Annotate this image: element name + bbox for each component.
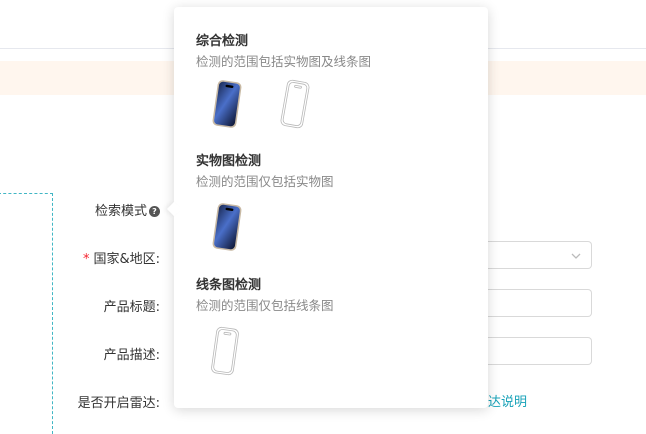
option-line-desc: 检测的范围仅包括线条图: [196, 298, 334, 313]
search-mode-label-text: 检索模式: [94, 204, 147, 219]
upload-dashed-area[interactable]: [0, 193, 53, 434]
phone-line-drawing-icon: [211, 326, 239, 376]
question-icon[interactable]: ?: [149, 206, 160, 217]
product-title-input[interactable]: [470, 289, 592, 317]
phone-photo-icon: [212, 80, 242, 128]
option-photo-desc: 检测的范围仅包括实物图: [196, 174, 334, 189]
option-comprehensive-desc: 检测的范围包括实物图及线条图: [196, 54, 372, 69]
radar-label: 是否开启雷达:: [77, 396, 160, 411]
search-mode-popover: 综合检测 检测的范围包括实物图及线条图 实物图检测 检测的范围仅包括实物图 线条…: [166, 7, 488, 408]
country-label-text: 国家&地区:: [93, 252, 160, 267]
phone-photo-icon: [212, 203, 242, 251]
product-desc-input[interactable]: [470, 337, 592, 365]
search-mode-label: 检索模式?: [50, 200, 160, 219]
option-line-title[interactable]: 线条图检测: [196, 274, 261, 293]
product-desc-label: 产品描述:: [103, 348, 160, 363]
chevron-down-icon: [571, 253, 581, 259]
option-comprehensive-title[interactable]: 综合检测: [196, 30, 248, 49]
phone-line-drawing-icon: [280, 79, 310, 129]
radar-help-link[interactable]: 达说明: [488, 391, 527, 410]
popover-arrow: [166, 201, 182, 217]
required-mark: *: [82, 252, 90, 267]
option-photo-title[interactable]: 实物图检测: [196, 150, 261, 169]
country-label: * 国家&地区:: [50, 248, 160, 267]
country-select[interactable]: [470, 241, 592, 269]
product-title-label: 产品标题:: [103, 300, 160, 315]
